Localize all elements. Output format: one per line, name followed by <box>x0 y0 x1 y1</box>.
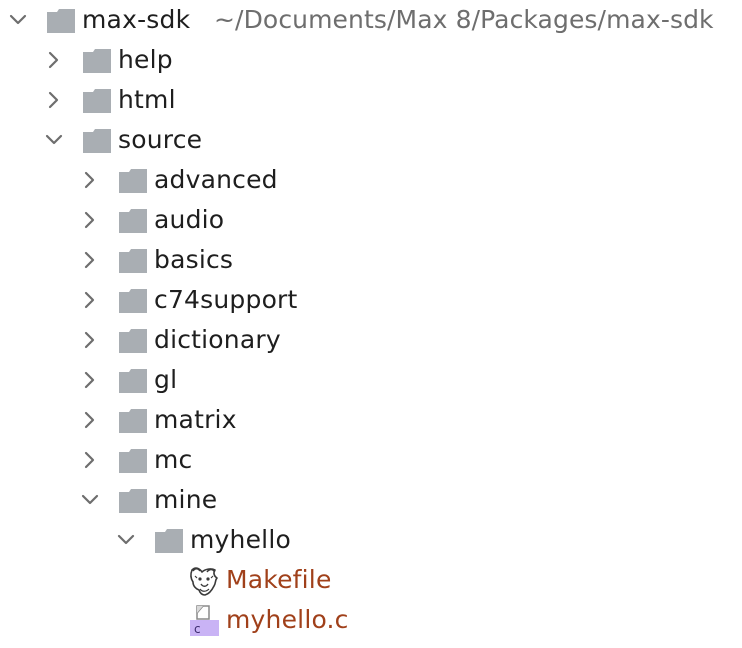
chevron-right-icon[interactable] <box>80 290 100 310</box>
gnu-makefile-icon <box>187 564 221 598</box>
folder-icon <box>118 328 148 354</box>
chevron-right-icon[interactable] <box>80 250 100 270</box>
chevron-down-icon[interactable] <box>44 130 64 150</box>
tree-row-label: Makefile <box>226 565 332 594</box>
tree-row-matrix[interactable]: matrix <box>0 400 742 440</box>
tree-row-label: help <box>118 45 173 74</box>
tree-row-help[interactable]: help <box>0 40 742 80</box>
folder-icon <box>82 128 112 154</box>
chevron-right-icon[interactable] <box>80 450 100 470</box>
folder-icon <box>82 88 112 114</box>
chevron-right-icon[interactable] <box>80 370 100 390</box>
tree-row-label: source <box>118 125 203 154</box>
chevron-right-icon[interactable] <box>80 330 100 350</box>
tree-row-label: mine <box>154 485 218 514</box>
folder-icon <box>154 528 184 554</box>
tree-row-label: myhello.c <box>226 605 349 634</box>
tree-row-label: myhello <box>190 525 291 554</box>
tree-row-makefile[interactable]: Makefile <box>0 560 742 600</box>
project-tree: max-sdk ~/Documents/Max 8/Packages/max-s… <box>0 0 742 648</box>
folder-icon <box>82 48 112 74</box>
chevron-right-icon[interactable] <box>44 90 64 110</box>
folder-icon <box>118 488 148 514</box>
tree-row-c74support[interactable]: c74support <box>0 280 742 320</box>
tree-row-label: c74support <box>154 285 298 314</box>
tree-row-label: matrix <box>154 405 237 434</box>
tree-row-audio[interactable]: audio <box>0 200 742 240</box>
tree-row-label: dictionary <box>154 325 281 354</box>
folder-icon <box>118 368 148 394</box>
chevron-down-icon[interactable] <box>80 490 100 510</box>
folder-icon <box>46 8 76 34</box>
tree-row-gl[interactable]: gl <box>0 360 742 400</box>
tree-row-mine[interactable]: mine <box>0 480 742 520</box>
tree-row-mc[interactable]: mc <box>0 440 742 480</box>
tree-row-label: html <box>118 85 176 114</box>
chevron-right-icon[interactable] <box>80 410 100 430</box>
folder-icon <box>118 208 148 234</box>
folder-icon <box>118 288 148 314</box>
tree-row-label: advanced <box>154 165 278 194</box>
tree-row-label: mc <box>154 445 193 474</box>
tree-row-label: max-sdk <box>82 5 191 34</box>
tree-row-max-sdk[interactable]: max-sdk ~/Documents/Max 8/Packages/max-s… <box>0 0 742 40</box>
chevron-down-icon[interactable] <box>116 530 136 550</box>
chevron-down-icon[interactable] <box>8 10 28 30</box>
c-badge-text: c <box>194 622 201 636</box>
tree-row-dictionary[interactable]: dictionary <box>0 320 742 360</box>
c-file-icon: c <box>189 605 221 637</box>
tree-row-advanced[interactable]: advanced <box>0 160 742 200</box>
chevron-right-icon[interactable] <box>44 50 64 70</box>
chevron-right-icon[interactable] <box>80 170 100 190</box>
tree-row-label: basics <box>154 245 234 274</box>
chevron-right-icon[interactable] <box>80 210 100 230</box>
tree-row-basics[interactable]: basics <box>0 240 742 280</box>
tree-row-label: audio <box>154 205 225 234</box>
tree-row-myhello[interactable]: myhello <box>0 520 742 560</box>
folder-icon <box>118 448 148 474</box>
tree-row-source[interactable]: source <box>0 120 742 160</box>
folder-icon <box>118 168 148 194</box>
tree-row-label: gl <box>154 365 178 394</box>
tree-row-html[interactable]: html <box>0 80 742 120</box>
project-path: ~/Documents/Max 8/Packages/max-sdk <box>214 5 714 34</box>
folder-icon <box>118 408 148 434</box>
tree-row-myhello-c[interactable]: c myhello.c <box>0 600 742 640</box>
folder-icon <box>118 248 148 274</box>
